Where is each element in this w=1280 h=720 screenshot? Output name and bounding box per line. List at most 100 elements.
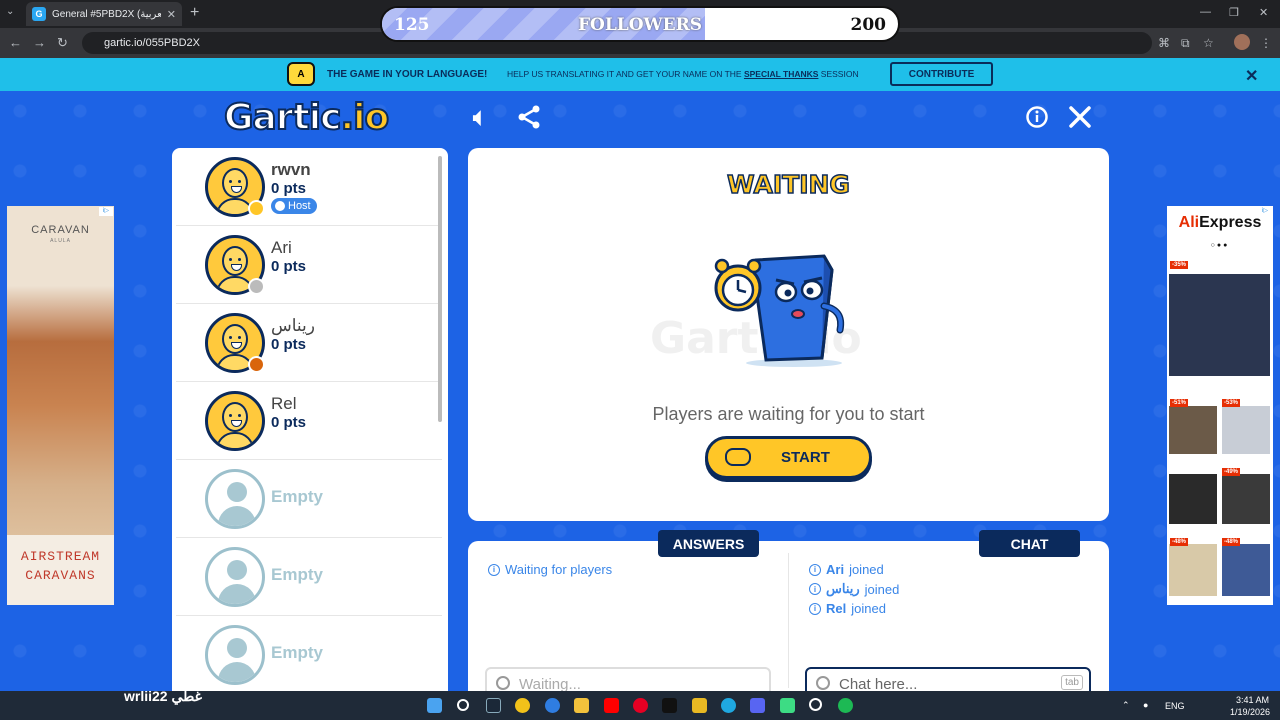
ad-right-aliexpress[interactable]: i▷ AliExpress ○●● -35% -51% -53% -49% -4… [1167,206,1273,605]
tab-chat[interactable]: CHAT [979,530,1080,557]
desktop-overlay-text: wrlii22 غطي [124,688,202,704]
player-name: Ari [271,238,292,257]
translate-language-icon: A [287,62,315,86]
empty-slot-label: Empty [271,643,323,662]
contribute-button[interactable]: CONTRIBUTE [890,62,993,86]
player-status-dot [248,200,265,217]
players-scrollbar[interactable] [438,156,442,422]
app-icon[interactable] [750,698,765,713]
search-icon[interactable] [457,699,469,711]
special-thanks-link[interactable]: SPECIAL THANKS [744,69,818,79]
profile-avatar[interactable] [1234,34,1250,50]
gamepad-icon [725,448,751,466]
steam-icon[interactable] [486,698,501,713]
minimize-icon[interactable]: — [1200,6,1211,18]
close-tab-icon[interactable]: ✕ [167,8,176,21]
discount-badge: -49% [1222,468,1241,476]
bookmark-star-icon[interactable]: ☆ [1203,36,1214,50]
browser-menu-icon[interactable]: ⋮ [1260,36,1272,50]
answers-message: i Waiting for players [488,562,612,577]
empty-slot: Empty [176,538,442,616]
product-image[interactable] [1222,474,1270,524]
player-points: 0 pts [271,414,307,431]
spotify-icon[interactable] [838,698,853,713]
translate-icon[interactable]: ⌘ [1158,36,1170,50]
chat-message: i ريناس joined [809,581,899,597]
player-row[interactable]: ريناس 0 pts [176,304,442,382]
sound-icon[interactable]: 🔈︎ [473,104,487,132]
start-button[interactable]: START [705,436,872,479]
share-icon[interactable] [517,104,541,137]
youtube-icon[interactable] [604,698,619,713]
tab-title: General #5PBD2X (العربية) - [52,8,161,20]
player-row[interactable]: rwvn 0 pts Host [176,148,442,226]
info-icon: i [809,602,821,615]
roblox-icon[interactable] [692,698,707,713]
product-image[interactable] [1169,474,1217,524]
gartic-logo: Gartic.io [223,96,390,139]
browser-tab[interactable]: G General #5PBD2X (العربية) - ✕ [26,2,182,26]
players-list: rwvn 0 pts Host Ari 0 pts ريناس 0 pts Re… [172,148,448,693]
followers-progress-bar: 125 FOLLOWERS 200 [380,6,900,42]
taskbar-time[interactable]: 3:41 AM [1236,695,1269,705]
player-name: rwvn [271,160,311,179]
player-points: 0 pts [271,180,307,197]
product-image[interactable] [1169,544,1217,596]
exit-icon[interactable] [1069,106,1091,135]
player-name: Rel [271,394,297,413]
empty-slot: Empty [176,460,442,538]
microphone-icon[interactable]: ● [1143,700,1148,710]
empty-avatar-icon [205,625,265,685]
discount-badge: -51% [1170,399,1189,407]
ad-sub: ALULA [50,238,71,244]
back-icon[interactable]: ← [9,35,22,50]
product-image[interactable] [1222,544,1270,596]
app-icon[interactable] [545,698,560,713]
app-icon[interactable] [780,698,795,713]
start-menu-icon[interactable] [427,698,442,713]
product-image[interactable] [1222,406,1270,454]
info-icon: i [809,583,821,595]
chat-bubble-icon [816,676,830,690]
discount-badge: -48% [1170,538,1189,546]
player-row[interactable]: Ari 0 pts [176,226,442,304]
new-tab-button[interactable]: + [190,4,199,22]
tab-answers[interactable]: ANSWERS [658,530,759,557]
tab-list-button[interactable]: ⌄ [6,6,14,17]
taskbar-date[interactable]: 1/19/2026 [1230,707,1270,717]
ad-choices-icon[interactable]: i▷ [99,207,113,216]
ad-headline: AIRSTREAM CARAVANS [7,535,114,605]
tray-chevron-icon[interactable]: ⌃ [1122,700,1130,711]
empty-avatar-icon [205,547,265,607]
ad-left-caravan[interactable]: i▷ CARAVAN ALULA AIRSTREAM CARAVANS [7,206,114,605]
banner-close-icon[interactable]: ✕ [1245,66,1258,86]
forward-icon[interactable]: → [33,35,46,50]
empty-avatar-icon [205,469,265,529]
file-explorer-icon[interactable] [574,698,589,713]
product-image[interactable] [1169,274,1270,376]
info-icon: i [488,563,500,576]
chat-message: i Rel joined [809,601,886,616]
netflix-icon[interactable] [662,698,677,713]
pinterest-icon[interactable] [633,698,648,713]
chrome-icon[interactable] [515,698,530,713]
url-text: gartic.io/055PBD2X [104,37,200,49]
translation-banner: A THE GAME IN YOUR LANGUAGE! HELP US TRA… [0,58,1280,91]
player-row[interactable]: Rel 0 pts [176,382,442,460]
restore-icon[interactable]: ❐ [1229,6,1239,19]
install-app-icon[interactable]: ⧉ [1181,36,1190,51]
player-avatar [205,391,265,451]
language-indicator[interactable]: ENG [1165,701,1185,711]
player-status-dot [248,356,265,373]
carousel-dots[interactable]: ○●● [1167,242,1273,249]
edge-icon[interactable] [721,698,736,713]
window-close-icon[interactable]: ✕ [1259,6,1268,19]
app-icon[interactable] [809,698,822,711]
waiting-message: Players are waiting for you to start [652,404,925,424]
discount-badge: -53% [1222,399,1241,407]
player-name: ريناس [271,316,316,335]
reload-icon[interactable]: ↻ [57,35,68,51]
product-image[interactable] [1169,406,1217,454]
ad-brand: AliExpress [1178,214,1262,231]
info-icon[interactable] [1026,106,1048,135]
